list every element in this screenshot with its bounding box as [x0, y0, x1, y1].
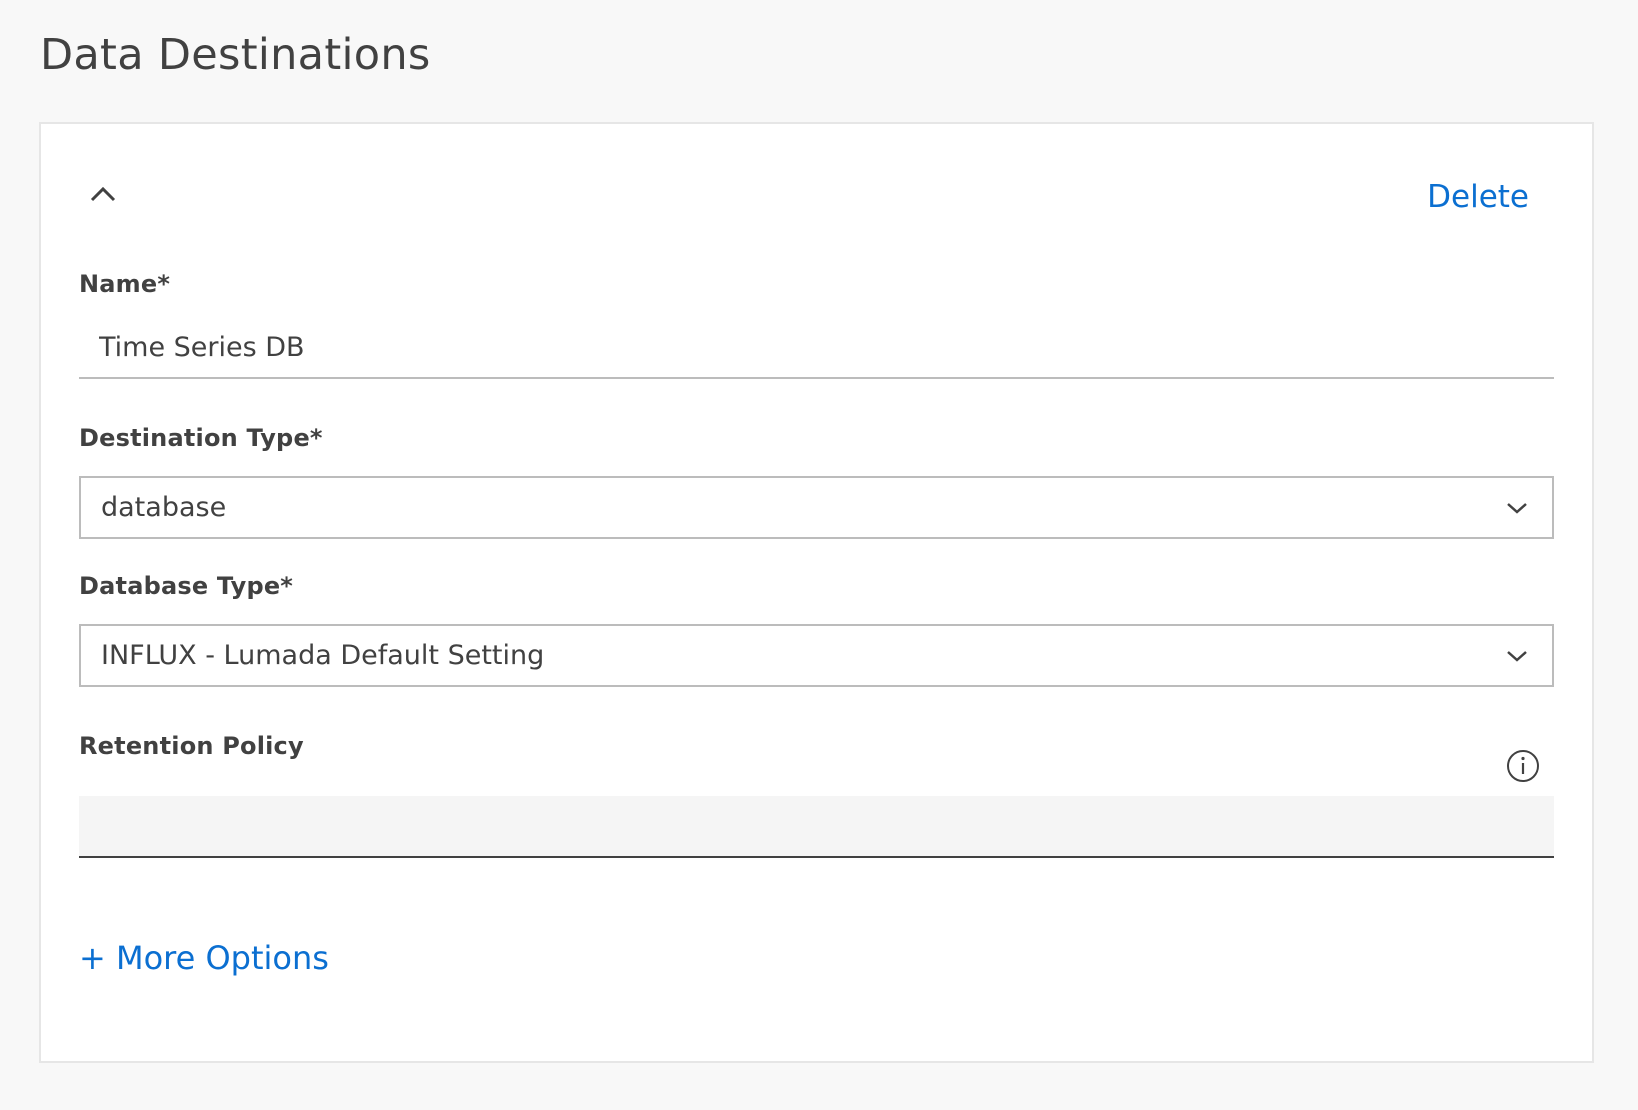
page-title: Data Destinations	[40, 30, 431, 80]
destination-type-label: Destination Type*	[79, 424, 323, 452]
chevron-down-icon	[1502, 493, 1532, 523]
chevron-up-icon	[90, 186, 116, 202]
destination-type-select[interactable]: database	[79, 476, 1554, 539]
database-type-label: Database Type*	[79, 572, 294, 600]
destination-type-value: database	[101, 492, 227, 523]
name-input[interactable]	[79, 317, 1554, 379]
delete-button[interactable]: Delete	[1427, 179, 1529, 215]
info-icon[interactable]	[1505, 748, 1541, 784]
name-label: Name*	[79, 270, 171, 298]
retention-policy-input[interactable]	[79, 796, 1554, 858]
more-options-button[interactable]: + More Options	[79, 939, 329, 977]
destination-card: Delete Name* Destination Type* database …	[39, 122, 1594, 1063]
retention-policy-label: Retention Policy	[79, 732, 304, 760]
database-type-select[interactable]: INFLUX - Lumada Default Setting	[79, 624, 1554, 687]
collapse-button[interactable]	[83, 174, 123, 214]
chevron-down-icon	[1502, 641, 1532, 671]
database-type-value: INFLUX - Lumada Default Setting	[101, 640, 545, 671]
